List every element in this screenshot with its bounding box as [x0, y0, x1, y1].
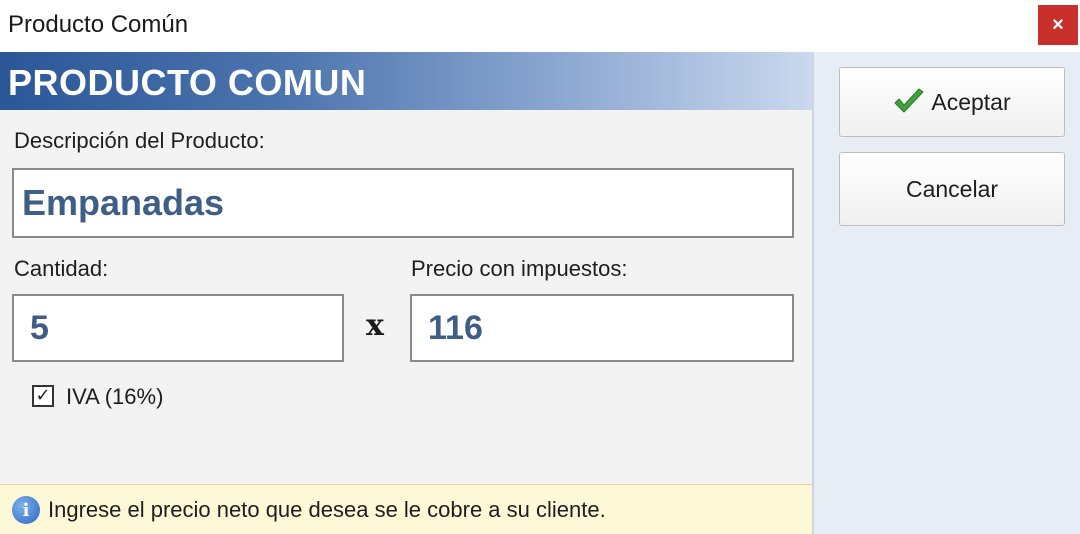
quantity-label: Cantidad: [14, 256, 109, 281]
description-label: Descripción del Producto: [14, 128, 265, 153]
cancel-label: Cancelar [905, 175, 999, 202]
info-bar: i Ingrese el precio neto que desea se le… [0, 484, 812, 534]
close-button[interactable]: × [1038, 5, 1078, 45]
price-input[interactable]: 116 [410, 294, 794, 362]
quantity-value: 5 [30, 308, 49, 347]
accept-button[interactable]: Aceptar [839, 67, 1065, 137]
title-bar: Producto Común × [0, 0, 1080, 52]
page-title: PRODUCTO COMUN [8, 62, 367, 103]
main-panel: PRODUCTO COMUN [0, 52, 812, 534]
accept-label: Aceptar [931, 88, 1011, 115]
description-value: Empanadas [22, 182, 225, 223]
check-icon [894, 88, 925, 113]
header-band: PRODUCTO COMUN [0, 52, 812, 110]
close-icon: × [1052, 13, 1064, 36]
price-label: Precio con impuestos: [411, 256, 628, 281]
price-value: 116 [428, 308, 483, 347]
iva-label: IVA (16%) [66, 384, 164, 409]
quantity-input[interactable]: 5 [12, 294, 344, 362]
iva-checkbox[interactable]: ✓ [32, 385, 54, 407]
window-title: Producto Común [8, 11, 189, 38]
info-icon: i [12, 496, 40, 524]
checkmark-icon: ✓ [35, 385, 51, 406]
cancel-button[interactable]: Cancelar [839, 152, 1065, 226]
multiply-sign: x [366, 308, 384, 343]
info-message: Ingrese el precio neto que desea se le c… [48, 497, 606, 522]
description-input[interactable]: Empanadas [12, 168, 794, 238]
